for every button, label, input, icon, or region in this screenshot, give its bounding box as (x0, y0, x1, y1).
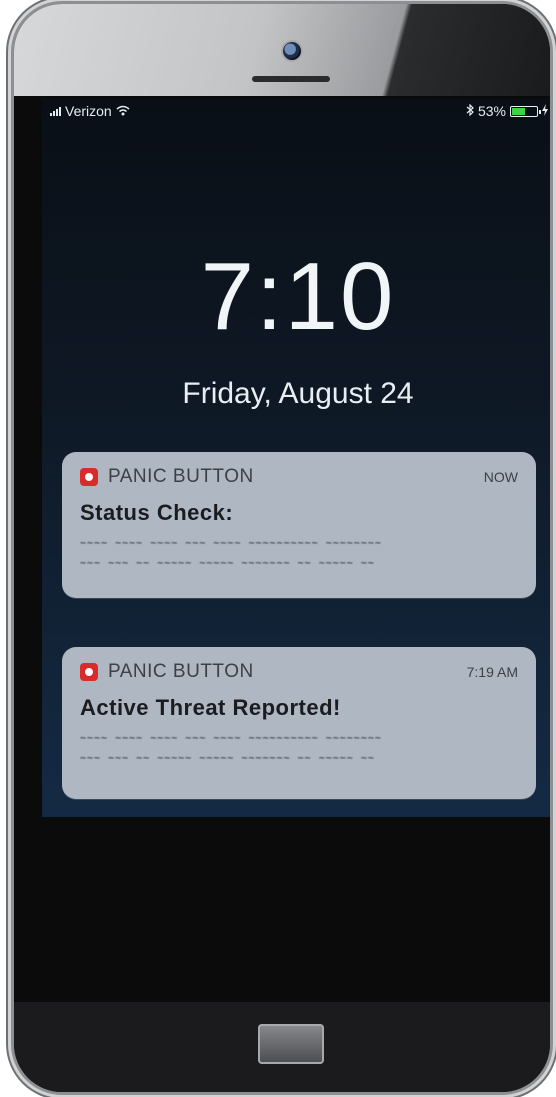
front-camera-icon (283, 42, 301, 60)
phone-frame: Verizon 53% 7:10 Friday, August 24 PANIC… (14, 4, 550, 1092)
battery-percent: 53% (477, 103, 506, 119)
phone-top-bezel (14, 4, 550, 96)
notification-body: ~~~~ ~~~~ ~~~~ ~~~ ~~~~ ~~~~~~~~~~ ~~~~~… (80, 534, 518, 574)
signal-icon (50, 106, 61, 116)
carrier-name: Verizon (65, 103, 112, 119)
panic-button-app-icon (80, 468, 98, 486)
notification-time: 7:19 AM (466, 664, 518, 680)
wifi-icon (116, 103, 130, 119)
notification-body-line: ~~~~ ~~~~ ~~~~ ~~~ ~~~~ ~~~~~~~~~~ ~~~~~… (80, 733, 382, 744)
status-bar: Verizon 53% (42, 99, 550, 123)
notification-body-line: ~~~~ ~~~~ ~~~~ ~~~ ~~~~ ~~~~~~~~~~ ~~~~~… (80, 538, 382, 549)
notification-active-threat[interactable]: PANIC BUTTON 7:19 AM Active Threat Repor… (62, 647, 536, 799)
phone-bottom-bezel (14, 1002, 550, 1092)
notification-app-name: PANIC BUTTON (108, 466, 254, 487)
notification-app-name: PANIC BUTTON (108, 661, 254, 682)
notification-title: Active Threat Reported! (80, 695, 341, 720)
battery-icon (510, 105, 541, 117)
notification-body-line: ~~~ ~~~ ~~ ~~~~~ ~~~~~ ~~~~~~~ ~~ ~~~~~ … (80, 753, 375, 764)
panic-button-app-icon (80, 663, 98, 681)
charging-icon (542, 103, 548, 119)
lock-screen-time: 7:10 (200, 243, 396, 350)
lock-screen-date: Friday, August 24 (182, 377, 414, 410)
notification-body-line: ~~~ ~~~ ~~ ~~~~~ ~~~~~ ~~~~~~~ ~~ ~~~~~ … (80, 558, 375, 569)
bluetooth-icon (466, 103, 474, 119)
notification-time: NOW (483, 469, 518, 485)
lock-screen[interactable]: Verizon 53% 7:10 Friday, August 24 PANIC… (42, 99, 550, 817)
home-button[interactable] (258, 1024, 324, 1064)
earpiece-speaker (252, 76, 330, 82)
notification-title: Status Check: (80, 500, 234, 525)
notification-body: ~~~~ ~~~~ ~~~~ ~~~ ~~~~ ~~~~~~~~~~ ~~~~~… (80, 729, 518, 769)
notification-status-check[interactable]: PANIC BUTTON NOW Status Check: ~~~~ ~~~~… (62, 452, 536, 598)
